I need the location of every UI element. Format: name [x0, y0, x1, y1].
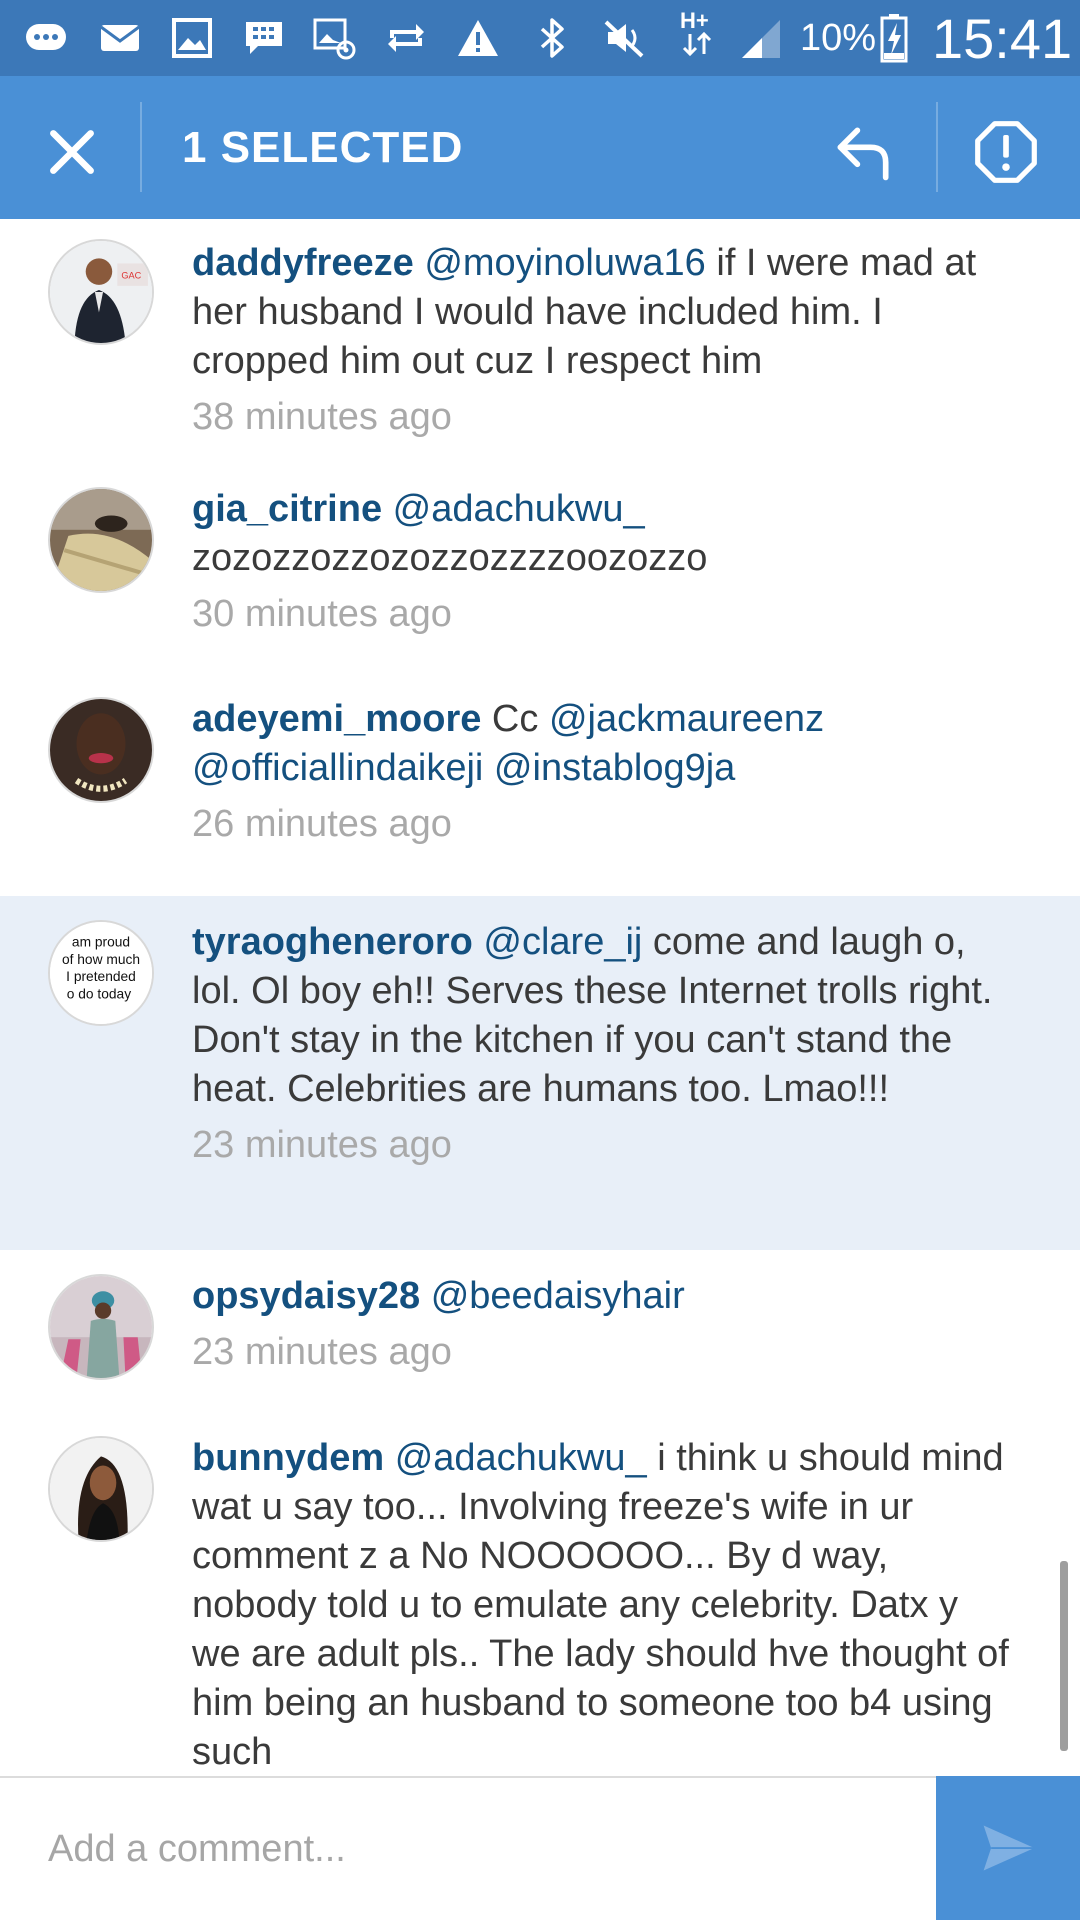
picture-message-icon — [308, 14, 360, 62]
comment-composer — [0, 1776, 1080, 1920]
avatar-caption-line: am proud — [72, 934, 130, 949]
comment-timestamp: 38 minutes ago — [192, 396, 452, 438]
warning-icon — [452, 14, 504, 62]
avatar[interactable] — [48, 1436, 154, 1542]
comment-body: gia_citrine @adachukwu_ zozozzozzozozzoz… — [192, 485, 1012, 639]
selection-action-bar: 1 SELECTED — [0, 76, 1080, 219]
comment-input[interactable] — [0, 1778, 936, 1920]
bluetooth-icon — [526, 14, 578, 62]
comment-mention[interactable]: @officiallindaikeji — [192, 747, 483, 789]
comment-text: Cc — [481, 698, 549, 740]
comment-timestamp: 26 minutes ago — [192, 803, 452, 845]
send-button[interactable] — [936, 1776, 1080, 1920]
toolbar-divider — [140, 102, 142, 192]
signal-icon — [734, 14, 786, 62]
svg-text:GAC: GAC — [121, 271, 141, 281]
sync-icon — [380, 14, 432, 62]
comment-item[interactable]: GAC daddyfreeze @moyinoluwa16 if I were … — [0, 219, 1080, 469]
mute-icon — [598, 14, 650, 62]
avatar-caption-line: of how much — [62, 952, 140, 967]
reply-icon — [837, 127, 889, 181]
comment-item-selected[interactable]: am proud of how much I pretended o do to… — [0, 896, 1080, 1250]
network-icon: H+ — [676, 8, 720, 57]
avatar[interactable] — [48, 1274, 154, 1380]
avatar[interactable] — [48, 697, 154, 803]
avatar-caption-line: I pretended — [66, 969, 136, 984]
comment-username[interactable]: opsydaisy28 — [192, 1275, 420, 1317]
comment-username[interactable]: bunnydem — [192, 1437, 384, 1479]
comment-body: opsydaisy28 @beedaisyhair 23 minutes ago — [192, 1272, 1012, 1377]
comment-item[interactable]: gia_citrine @adachukwu_ zozozzozzozozzoz… — [0, 469, 1080, 679]
comment-mention[interactable]: @clare_ij — [483, 921, 642, 963]
report-icon — [975, 121, 1037, 183]
close-icon — [50, 130, 94, 174]
selection-count-title: 1 SELECTED — [182, 123, 464, 172]
comment-username[interactable]: adeyemi_moore — [192, 698, 481, 740]
comment-text: i think u should mind wat u say too... I… — [192, 1437, 1009, 1773]
comment-username[interactable]: gia_citrine — [192, 488, 382, 530]
comment-timestamp: 23 minutes ago — [192, 1331, 452, 1373]
comment-text: zozozzozzozozzozzzzoozozzo — [192, 537, 708, 579]
reply-button[interactable] — [822, 110, 906, 194]
comment-body: bunnydem @adachukwu_ i think u should mi… — [192, 1434, 1012, 1776]
avatar[interactable]: GAC — [48, 239, 154, 345]
network-type-label: H+ — [680, 8, 709, 33]
comment-body: tyraogheneroro @clare_ij come and laugh … — [192, 918, 1012, 1170]
battery-percentage: 10% — [800, 17, 877, 59]
comment-username[interactable]: tyraogheneroro — [192, 921, 473, 963]
bbm-icon — [238, 14, 290, 62]
comment-timestamp: 23 minutes ago — [192, 1124, 452, 1166]
mail-icon — [94, 14, 146, 62]
comment-username[interactable]: daddyfreeze — [192, 242, 414, 284]
comment-item[interactable]: bunnydem @adachukwu_ i think u should mi… — [0, 1412, 1080, 1776]
image-icon — [166, 14, 218, 62]
avatar[interactable]: am proud of how much I pretended o do to… — [48, 920, 154, 1026]
comment-item[interactable]: adeyemi_moore Cc @jackmaureenz @official… — [0, 679, 1080, 889]
report-button[interactable] — [964, 110, 1048, 194]
comment-mention[interactable]: @instablog9ja — [494, 747, 735, 789]
comment-mention[interactable]: @adachukwu_ — [395, 1437, 647, 1479]
avatar-caption-line: o do today — [67, 987, 131, 1002]
scrollbar[interactable] — [1060, 1561, 1068, 1751]
comment-timestamp: 30 minutes ago — [192, 593, 452, 635]
toolbar-divider — [936, 102, 938, 192]
avatar[interactable] — [48, 487, 154, 593]
clock: 15:41 — [932, 7, 1073, 70]
comment-list[interactable]: GAC daddyfreeze @moyinoluwa16 if I were … — [0, 219, 1080, 1776]
comment-mention[interactable]: @jackmaureenz — [549, 698, 824, 740]
battery-charging-icon — [874, 14, 914, 63]
comment-body: adeyemi_moore Cc @jackmaureenz @official… — [192, 695, 1012, 849]
status-bar: H+ 10% 15:41 — [0, 0, 1080, 76]
comment-mention[interactable]: @beedaisyhair — [431, 1275, 685, 1317]
comment-item[interactable]: opsydaisy28 @beedaisyhair 23 minutes ago — [0, 1250, 1080, 1415]
chat-bubble-icon — [20, 14, 72, 62]
send-icon — [983, 1825, 1035, 1871]
close-button[interactable] — [36, 116, 108, 188]
comment-mention[interactable]: @moyinoluwa16 — [424, 242, 706, 284]
comment-body: daddyfreeze @moyinoluwa16 if I were mad … — [192, 239, 1012, 442]
comment-mention[interactable]: @adachukwu_ — [393, 488, 645, 530]
